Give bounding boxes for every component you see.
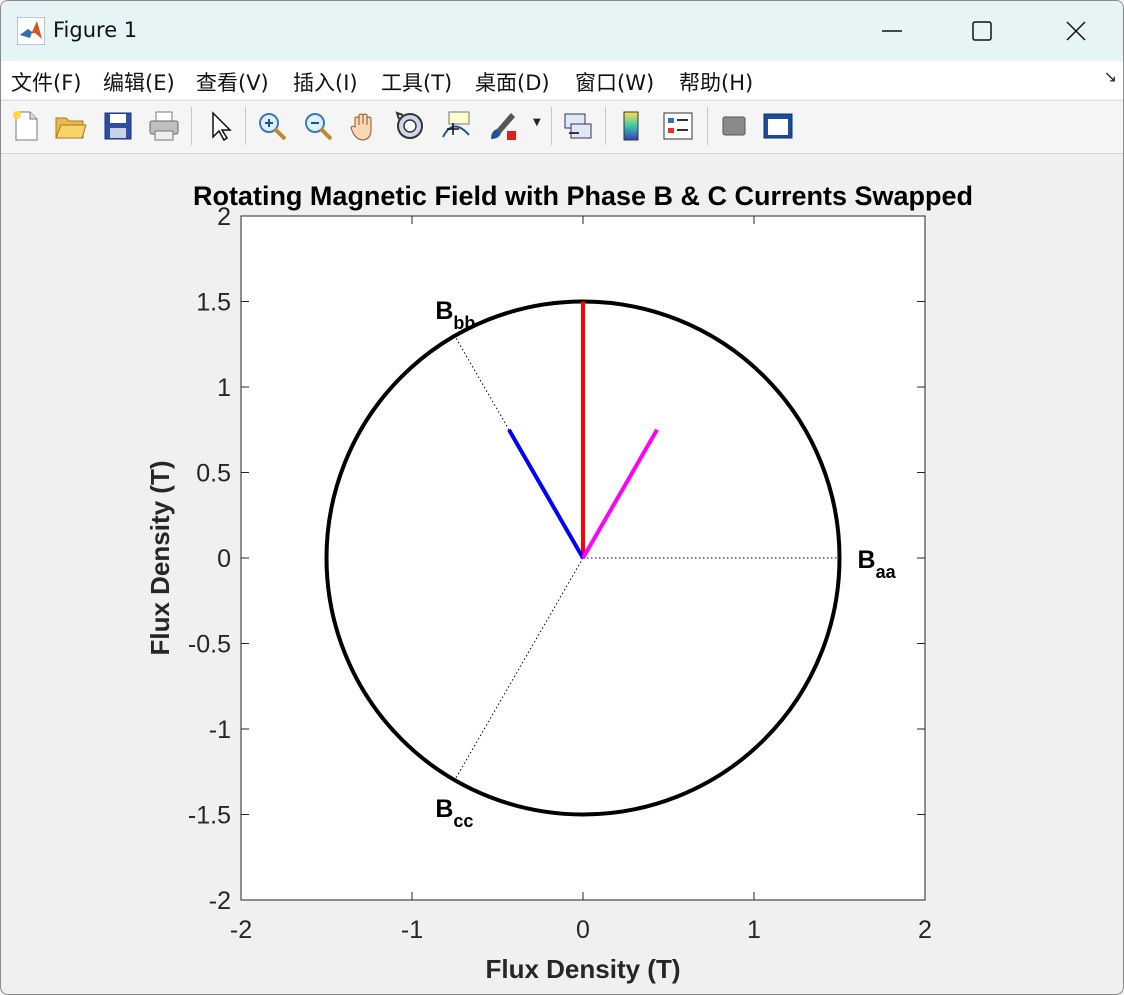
brush-dropdown-icon[interactable]: ▼ — [533, 117, 541, 128]
y-tick-label: -0.5 — [188, 631, 231, 659]
rotate-3d-icon[interactable] — [393, 109, 427, 143]
x-tick-label: 1 — [747, 916, 761, 944]
figure-plot-area: BaaBbbBcc -2 -1 0 1 2-2-1.5-1-0.500.511.52 R… — [145, 181, 973, 984]
y-axis-label: Flux Density (T) — [145, 460, 175, 655]
menu-file[interactable]: 文件(F) — [11, 67, 81, 97]
x-axis-label: Flux Density (T) — [485, 954, 680, 984]
print-icon[interactable] — [147, 109, 181, 143]
data-cursor-icon[interactable] — [439, 109, 473, 143]
pan-hand-icon[interactable] — [347, 109, 381, 143]
menu-window[interactable]: 窗口(W) — [575, 67, 654, 97]
maximize-icon — [972, 21, 992, 41]
new-figure-icon[interactable] — [9, 109, 43, 143]
window-title: Figure 1 — [53, 18, 138, 42]
brush-icon[interactable] — [485, 109, 519, 143]
legend-icon[interactable] — [661, 109, 695, 143]
undock-arrow-icon[interactable]: ↘ — [1104, 67, 1117, 86]
colorbar-icon[interactable] — [615, 109, 649, 143]
y-tick-label: 1.5 — [196, 289, 231, 317]
title-bar: Figure 1 — [1, 1, 1123, 61]
show-plot-tools-icon[interactable] — [761, 109, 795, 143]
x-tick-label: -2 — [230, 916, 252, 944]
figure-window: Figure 1 文件(F) 编辑(E) 查看(V) 插入(I) 工具(T) 桌… — [0, 0, 1124, 995]
toolbar: ▼ — [1, 100, 1123, 154]
toolbar-separator — [605, 107, 606, 145]
open-folder-icon[interactable] — [53, 109, 87, 143]
minimize-button[interactable] — [857, 9, 927, 53]
maximize-button[interactable] — [947, 9, 1017, 53]
menu-view[interactable]: 查看(V) — [196, 67, 269, 97]
x-tick-label: -1 — [401, 916, 423, 944]
zoom-out-icon[interactable] — [301, 109, 335, 143]
close-icon — [1066, 21, 1086, 41]
toolbar-separator — [191, 107, 192, 145]
y-tick-label: -1.5 — [188, 802, 231, 830]
y-tick-label: 0 — [217, 545, 231, 573]
x-tick-label: 0 — [576, 916, 590, 944]
menu-bar: 文件(F) 编辑(E) 查看(V) 插入(I) 工具(T) 桌面(D) 窗口(W… — [1, 61, 1123, 99]
minimize-icon — [882, 30, 902, 32]
zoom-in-icon[interactable] — [255, 109, 289, 143]
menu-edit[interactable]: 编辑(E) — [103, 67, 175, 97]
link-plot-icon[interactable] — [561, 109, 595, 143]
close-button[interactable] — [1041, 9, 1111, 53]
x-tick-label: 2 — [918, 916, 932, 944]
toolbar-separator — [245, 107, 246, 145]
pointer-icon[interactable] — [203, 109, 237, 143]
menu-desktop[interactable]: 桌面(D) — [475, 67, 550, 97]
matlab-logo-icon — [17, 17, 45, 45]
y-tick-label: 1 — [217, 374, 231, 402]
save-icon[interactable] — [101, 109, 135, 143]
chart-title: Rotating Magnetic Field with Phase B & C… — [193, 181, 973, 211]
toolbar-separator — [551, 107, 552, 145]
menu-insert[interactable]: 插入(I) — [293, 67, 358, 97]
menu-help[interactable]: 帮助(H) — [679, 67, 753, 97]
menu-tools[interactable]: 工具(T) — [381, 67, 452, 97]
toolbar-separator — [707, 107, 708, 145]
y-tick-label: -1 — [209, 716, 231, 744]
y-tick-label: -2 — [209, 887, 231, 915]
y-tick-label: 0.5 — [196, 460, 231, 488]
hide-plot-tools-icon[interactable] — [717, 109, 751, 143]
